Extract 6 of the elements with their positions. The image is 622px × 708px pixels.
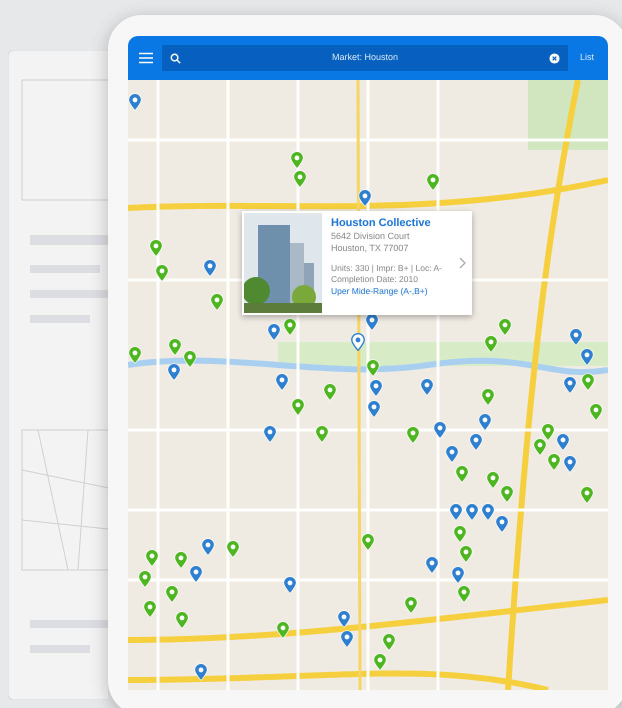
search-field[interactable]: Market: Houston [162, 45, 568, 71]
menu-icon[interactable] [138, 52, 154, 64]
list-link[interactable]: List [576, 51, 598, 65]
search-value: Market: Houston [330, 51, 399, 64]
clear-icon[interactable] [548, 52, 560, 64]
search-icon [170, 52, 181, 64]
